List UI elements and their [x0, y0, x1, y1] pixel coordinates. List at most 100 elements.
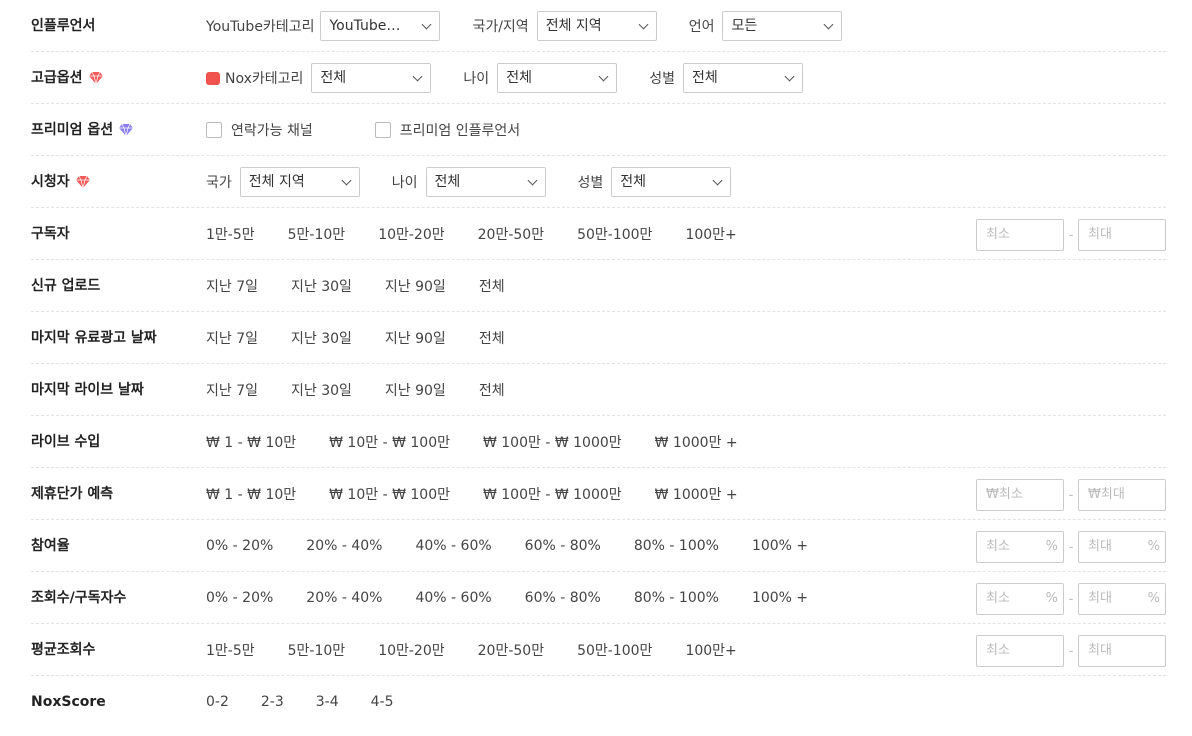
audience-gender-select[interactable]: 전체	[611, 167, 732, 197]
max-input[interactable]: ₩최대	[1078, 479, 1166, 511]
option-item[interactable]: ₩ 1 - ₩ 10만	[206, 432, 296, 452]
row-label: 마지막 유료광고 날짜	[31, 330, 157, 346]
option-item[interactable]: 100만+	[685, 224, 736, 244]
option-item[interactable]: ₩ 1000만 +	[655, 484, 738, 504]
option-item[interactable]: 20만-50만	[478, 224, 544, 244]
option-item[interactable]: 50만-100만	[577, 640, 652, 660]
option-item[interactable]: 지난 30일	[291, 276, 352, 296]
option-item[interactable]: 0% - 20%	[206, 590, 273, 606]
max-input[interactable]: 최대	[1078, 219, 1166, 251]
option-item[interactable]: 지난 7일	[206, 276, 258, 296]
option-item[interactable]: 20% - 40%	[306, 590, 382, 606]
min-input[interactable]: ₩최소	[976, 479, 1064, 511]
option-item[interactable]: 지난 30일	[291, 328, 352, 348]
chevron-down-icon	[638, 19, 649, 30]
range-inputs: 최소% - 최대%	[976, 583, 1166, 615]
age-select[interactable]: 전체	[497, 63, 618, 93]
checkbox-box[interactable]	[206, 122, 222, 138]
filter-row-influencer: 인플루언서 YouTube카테고리 YouTube… 국가/지역 전체 지역 언…	[31, 0, 1166, 52]
row-label: 프리미엄 옵션	[31, 104, 134, 156]
option-item[interactable]: 60% - 80%	[525, 538, 601, 554]
checkbox-label: 프리미엄 인플루언서	[399, 123, 521, 139]
option-item[interactable]: ₩ 10만 - ₩ 100만	[329, 484, 450, 504]
option-item[interactable]: 100% +	[752, 590, 808, 606]
min-input[interactable]: 최소	[976, 635, 1064, 667]
filter-row-engagement: 참여율 0% - 20% 20% - 40% 40% - 60% 60% - 8…	[31, 520, 1166, 572]
option-item[interactable]: ₩ 100만 - ₩ 1000만	[483, 432, 622, 452]
option-item[interactable]: 60% - 80%	[525, 590, 601, 606]
contact-channel-checkbox[interactable]: 연락가능 채널	[206, 120, 313, 140]
country-label: 국가/지역	[472, 19, 529, 35]
option-item[interactable]: 10만-20만	[378, 224, 444, 244]
min-input[interactable]: 최소%	[976, 583, 1064, 615]
chevron-down-icon	[784, 71, 795, 82]
percent-unit: %	[1147, 591, 1160, 606]
option-item[interactable]: 1만-5만	[206, 224, 255, 244]
option-item[interactable]: ₩ 1 - ₩ 10만	[206, 484, 296, 504]
option-item[interactable]: 10만-20만	[378, 640, 444, 660]
option-item[interactable]: 지난 30일	[291, 380, 352, 400]
option-item[interactable]: 2-3	[261, 694, 284, 710]
max-input[interactable]: 최대%	[1078, 583, 1166, 615]
option-item[interactable]: 지난 7일	[206, 380, 258, 400]
option-item[interactable]: 3-4	[316, 694, 339, 710]
option-item[interactable]: 0% - 20%	[206, 538, 273, 554]
row-label: 구독자	[31, 226, 70, 242]
option-item[interactable]: 1만-5만	[206, 640, 255, 660]
option-item[interactable]: 80% - 100%	[634, 590, 719, 606]
option-item[interactable]: 100% +	[752, 538, 808, 554]
option-item[interactable]: 전체	[479, 380, 505, 400]
chevron-down-icon	[824, 19, 834, 30]
option-item[interactable]: 지난 7일	[206, 328, 258, 348]
nox-logo-icon	[206, 71, 220, 85]
language-label: 언어	[688, 19, 715, 35]
option-item[interactable]: 20% - 40%	[306, 538, 382, 554]
filter-row-last-ad: 마지막 유료광고 날짜 지난 7일 지난 30일 지난 90일 전체	[31, 312, 1166, 364]
range-inputs: 최소 - 최대	[976, 219, 1166, 251]
percent-unit: %	[1045, 539, 1058, 554]
audience-country-select[interactable]: 전체 지역	[239, 167, 360, 197]
row-label: 평균조회수	[31, 642, 96, 658]
option-item[interactable]: 40% - 60%	[415, 590, 491, 606]
option-item[interactable]: 20만-50만	[478, 640, 544, 660]
option-item[interactable]: 지난 90일	[385, 276, 446, 296]
row-label: NoxScore	[31, 694, 106, 710]
gender-select[interactable]: 전체	[682, 63, 803, 93]
option-item[interactable]: ₩ 10만 - ₩ 100만	[329, 432, 450, 452]
option-item[interactable]: 5만-10만	[288, 640, 346, 660]
option-item[interactable]: 지난 90일	[385, 380, 446, 400]
option-item[interactable]: ₩ 1000만 +	[655, 432, 738, 452]
max-input[interactable]: 최대	[1078, 635, 1166, 667]
range-separator: -	[1068, 539, 1074, 555]
range-inputs: 최소 - 최대	[976, 635, 1166, 667]
option-item[interactable]: ₩ 100만 - ₩ 1000만	[483, 484, 622, 504]
country-select[interactable]: 전체 지역	[536, 11, 657, 41]
option-item[interactable]: 지난 90일	[385, 328, 446, 348]
row-label: 시청자	[31, 156, 90, 208]
filter-row-new-upload: 신규 업로드 지난 7일 지난 30일 지난 90일 전체	[31, 260, 1166, 312]
option-item[interactable]: 80% - 100%	[634, 538, 719, 554]
option-item[interactable]: 전체	[479, 328, 505, 348]
diamond-icon	[88, 72, 103, 84]
nox-category-select[interactable]: 전체	[311, 63, 432, 93]
language-select[interactable]: 모든	[722, 11, 843, 41]
audience-age-label: 나이	[391, 175, 418, 191]
chevron-down-icon	[712, 175, 723, 186]
option-item[interactable]: 0-2	[206, 694, 229, 710]
option-item[interactable]: 100만+	[685, 640, 736, 660]
min-input[interactable]: 최소%	[976, 531, 1064, 563]
option-item[interactable]: 전체	[479, 276, 505, 296]
max-input[interactable]: 최대%	[1078, 531, 1166, 563]
option-item[interactable]: 50만-100만	[577, 224, 652, 244]
audience-age-select[interactable]: 전체	[425, 167, 546, 197]
filter-row-live-income: 라이브 수입 ₩ 1 - ₩ 10만 ₩ 10만 - ₩ 100만 ₩ 100만…	[31, 416, 1166, 468]
youtube-category-label: YouTube카테고리	[206, 19, 315, 35]
option-item[interactable]: 4-5	[371, 694, 394, 710]
youtube-category-select[interactable]: YouTube…	[320, 11, 441, 41]
min-input[interactable]: 최소	[976, 219, 1064, 251]
option-item[interactable]: 40% - 60%	[415, 538, 491, 554]
range-separator: -	[1068, 591, 1074, 607]
option-item[interactable]: 5만-10만	[288, 224, 346, 244]
premium-influencer-checkbox[interactable]: 프리미엄 인플루언서	[374, 120, 521, 140]
checkbox-box[interactable]	[374, 122, 391, 138]
